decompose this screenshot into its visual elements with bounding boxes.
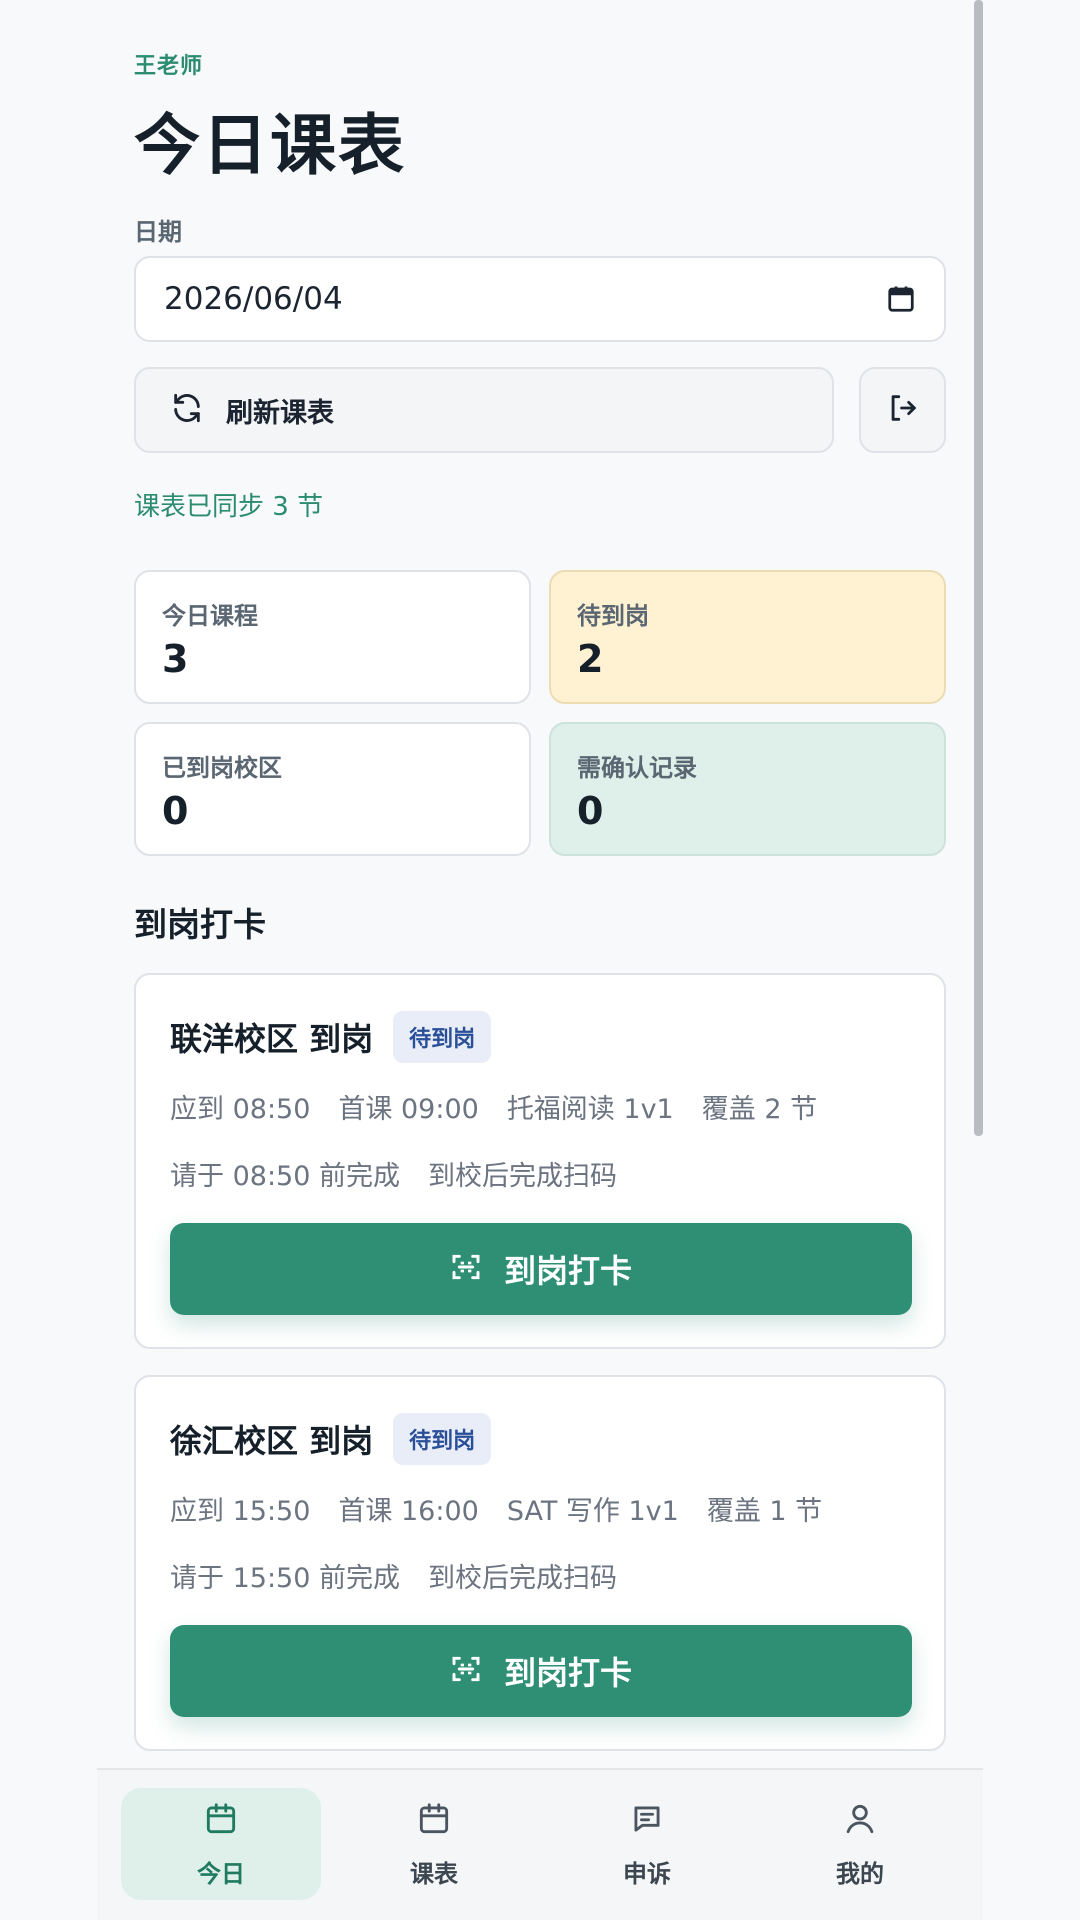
nav-item-label: 我的	[836, 1859, 884, 1888]
meta-due-time: 应到 15:50	[170, 1496, 311, 1527]
calendar-icon[interactable]	[886, 284, 916, 314]
checkin-button-label: 到岗打卡	[503, 1654, 632, 1692]
card-meta-line: 请于 08:50 前完成 到校后完成扫码	[170, 1154, 645, 1193]
page-title: 今日课表	[134, 107, 406, 184]
meta-coverage: 覆盖 2 节	[701, 1094, 818, 1125]
user-icon	[841, 1800, 879, 1842]
stat-pending-checkin: 待到岗 2	[549, 570, 946, 704]
stat-label: 今日课程	[162, 602, 258, 630]
nav-item-label: 课表	[410, 1859, 458, 1888]
nav-item-profile[interactable]: 我的	[760, 1788, 960, 1900]
checkin-card: 联洋校区 到岗 待到岗 应到 08:50 首课 09:00 托福阅读 1v1 覆盖 2…	[134, 973, 946, 1349]
stat-today-classes: 今日课程 3	[134, 570, 531, 704]
stat-value: 0	[577, 789, 604, 833]
stat-checked-campuses: 已到岗校区 0	[134, 722, 531, 856]
stat-value: 3	[162, 637, 189, 681]
page-gutter	[983, 0, 1080, 1920]
bottom-nav: 今日 课表 申诉 我的	[97, 1768, 983, 1920]
meta-deadline: 请于 15:50 前完成	[170, 1563, 400, 1594]
stat-value: 2	[577, 637, 604, 681]
checkin-button[interactable]: 到岗打卡	[170, 1223, 912, 1315]
date-input[interactable]: 2026/06/04	[134, 256, 946, 342]
card-title: 联洋校区 到岗	[170, 1020, 374, 1058]
date-label: 日期	[134, 218, 182, 246]
teacher-name: 王老师	[134, 54, 204, 79]
nav-item-label: 今日	[197, 1859, 245, 1888]
logout-button[interactable]	[859, 367, 946, 453]
scan-icon	[450, 1251, 482, 1287]
checkin-card: 徐汇校区 到岗 待到岗 应到 15:50 首课 16:00 SAT 写作 1v1 覆盖…	[134, 1375, 946, 1751]
stat-label: 待到岗	[577, 602, 649, 630]
nav-item-today[interactable]: 今日	[121, 1788, 321, 1900]
checkin-button[interactable]: 到岗打卡	[170, 1625, 912, 1717]
stat-value: 0	[162, 789, 189, 833]
scan-icon	[450, 1653, 482, 1689]
meta-course: 托福阅读 1v1	[506, 1094, 674, 1125]
logout-icon	[886, 391, 920, 429]
refresh-icon	[170, 391, 204, 429]
refresh-button-label: 刷新课表	[226, 397, 334, 429]
card-meta-line: 请于 15:50 前完成 到校后完成扫码	[170, 1556, 645, 1595]
date-value: 2026/06/04	[164, 281, 343, 317]
scrollbar[interactable]	[974, 0, 983, 1136]
meta-coverage: 覆盖 1 节	[706, 1496, 823, 1527]
status-badge: 待到岗	[393, 1413, 492, 1465]
card-meta-line: 应到 15:50 首课 16:00 SAT 写作 1v1 覆盖 1 节	[170, 1489, 850, 1528]
nav-item-label: 申诉	[623, 1859, 671, 1888]
meta-course: SAT 写作 1v1	[506, 1496, 679, 1527]
stat-label: 已到岗校区	[162, 754, 282, 782]
stat-label: 需确认记录	[577, 754, 697, 782]
meta-deadline: 请于 08:50 前完成	[170, 1161, 400, 1192]
refresh-button[interactable]: 刷新课表	[134, 367, 834, 453]
card-meta-line: 应到 08:50 首课 09:00 托福阅读 1v1 覆盖 2 节	[170, 1087, 845, 1126]
calendar-icon	[415, 1800, 453, 1842]
sync-status: 课表已同步 3 节	[134, 492, 324, 522]
meta-instruction: 到校后完成扫码	[427, 1563, 617, 1594]
calendar-icon	[202, 1800, 240, 1842]
app-screen: 王老师 今日课表 日期 2026/06/04 刷新课表 课表已同步 3 节 今日…	[97, 0, 983, 1920]
message-icon	[628, 1800, 666, 1842]
nav-item-appeal[interactable]: 申诉	[547, 1788, 747, 1900]
meta-first-class: 首课 16:00	[338, 1496, 479, 1527]
meta-first-class: 首课 09:00	[338, 1094, 479, 1125]
checkin-button-label: 到岗打卡	[503, 1252, 632, 1290]
card-title: 徐汇校区 到岗	[170, 1422, 374, 1460]
meta-instruction: 到校后完成扫码	[427, 1161, 617, 1192]
meta-due-time: 应到 08:50	[170, 1094, 311, 1125]
status-badge: 待到岗	[393, 1011, 492, 1063]
stat-records-to-confirm: 需确认记录 0	[549, 722, 946, 856]
section-title: 到岗打卡	[134, 905, 266, 944]
nav-item-schedule[interactable]: 课表	[334, 1788, 534, 1900]
